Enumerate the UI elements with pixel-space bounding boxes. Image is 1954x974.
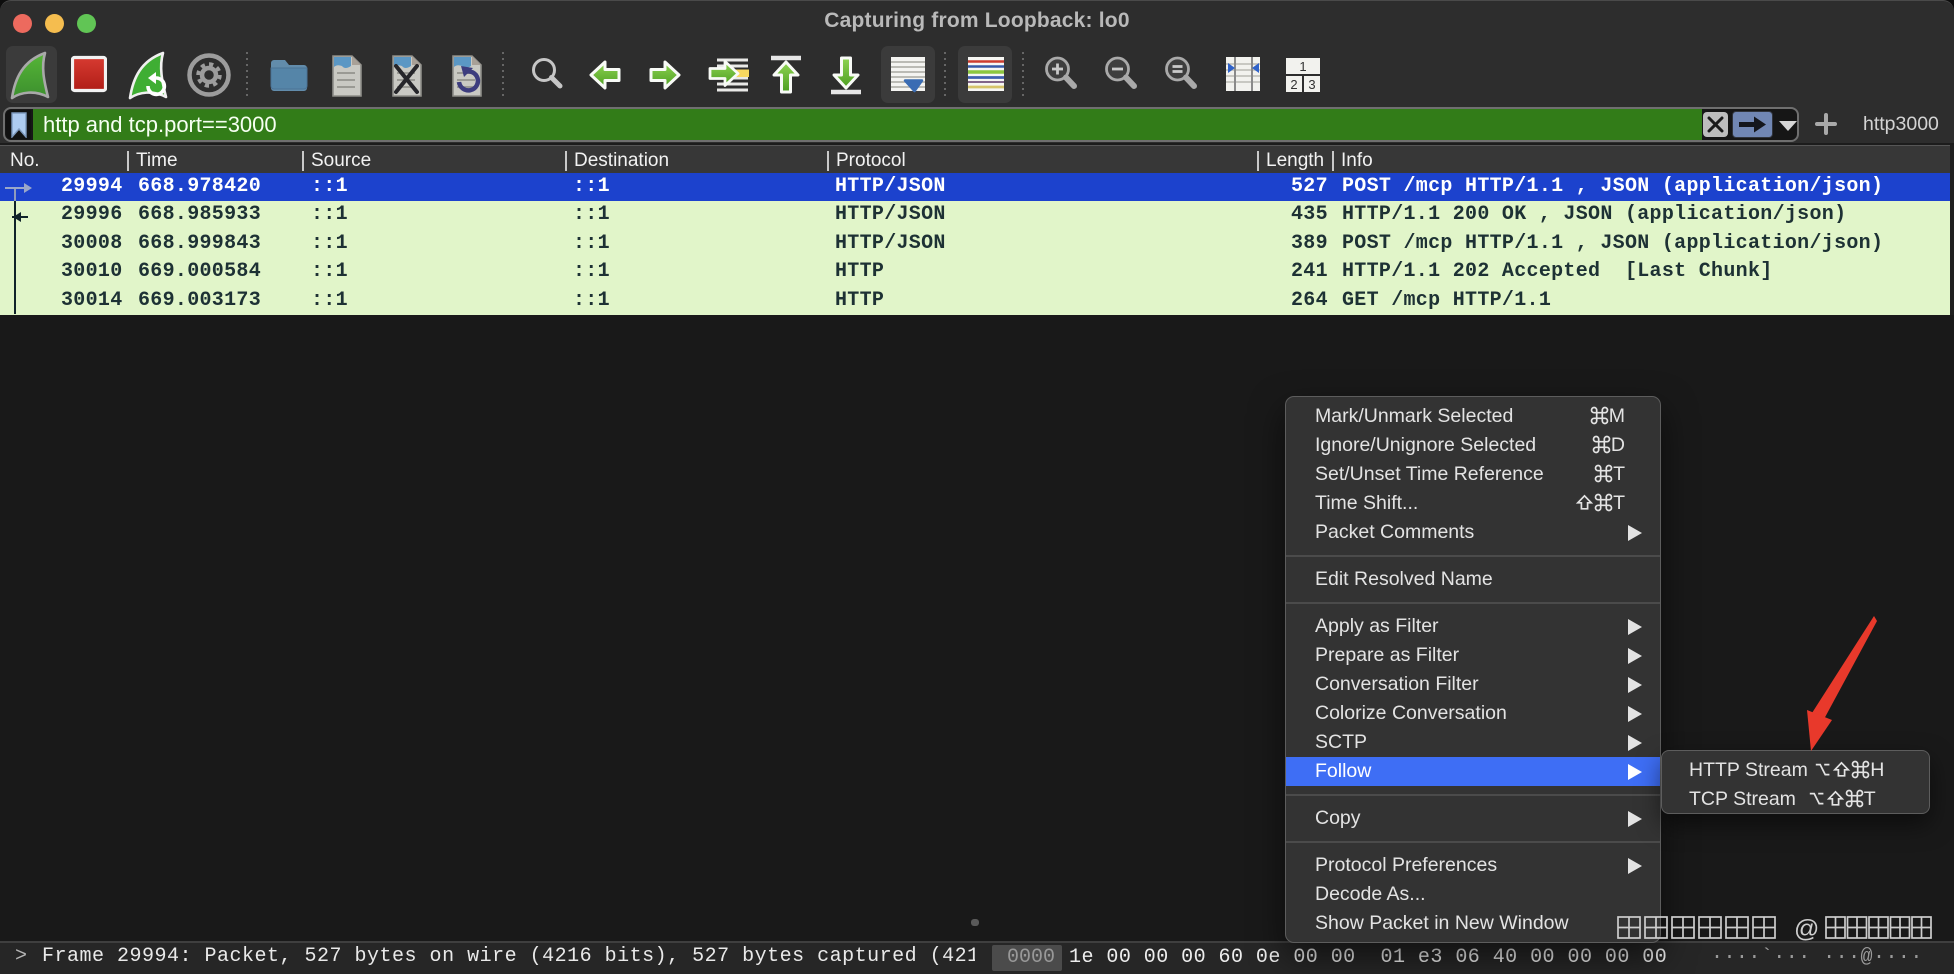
svg-text:2: 2: [1290, 77, 1297, 92]
svg-text:@: @: [1794, 915, 1819, 943]
svg-text:1: 1: [1299, 59, 1306, 74]
svg-text:3: 3: [1308, 77, 1315, 92]
